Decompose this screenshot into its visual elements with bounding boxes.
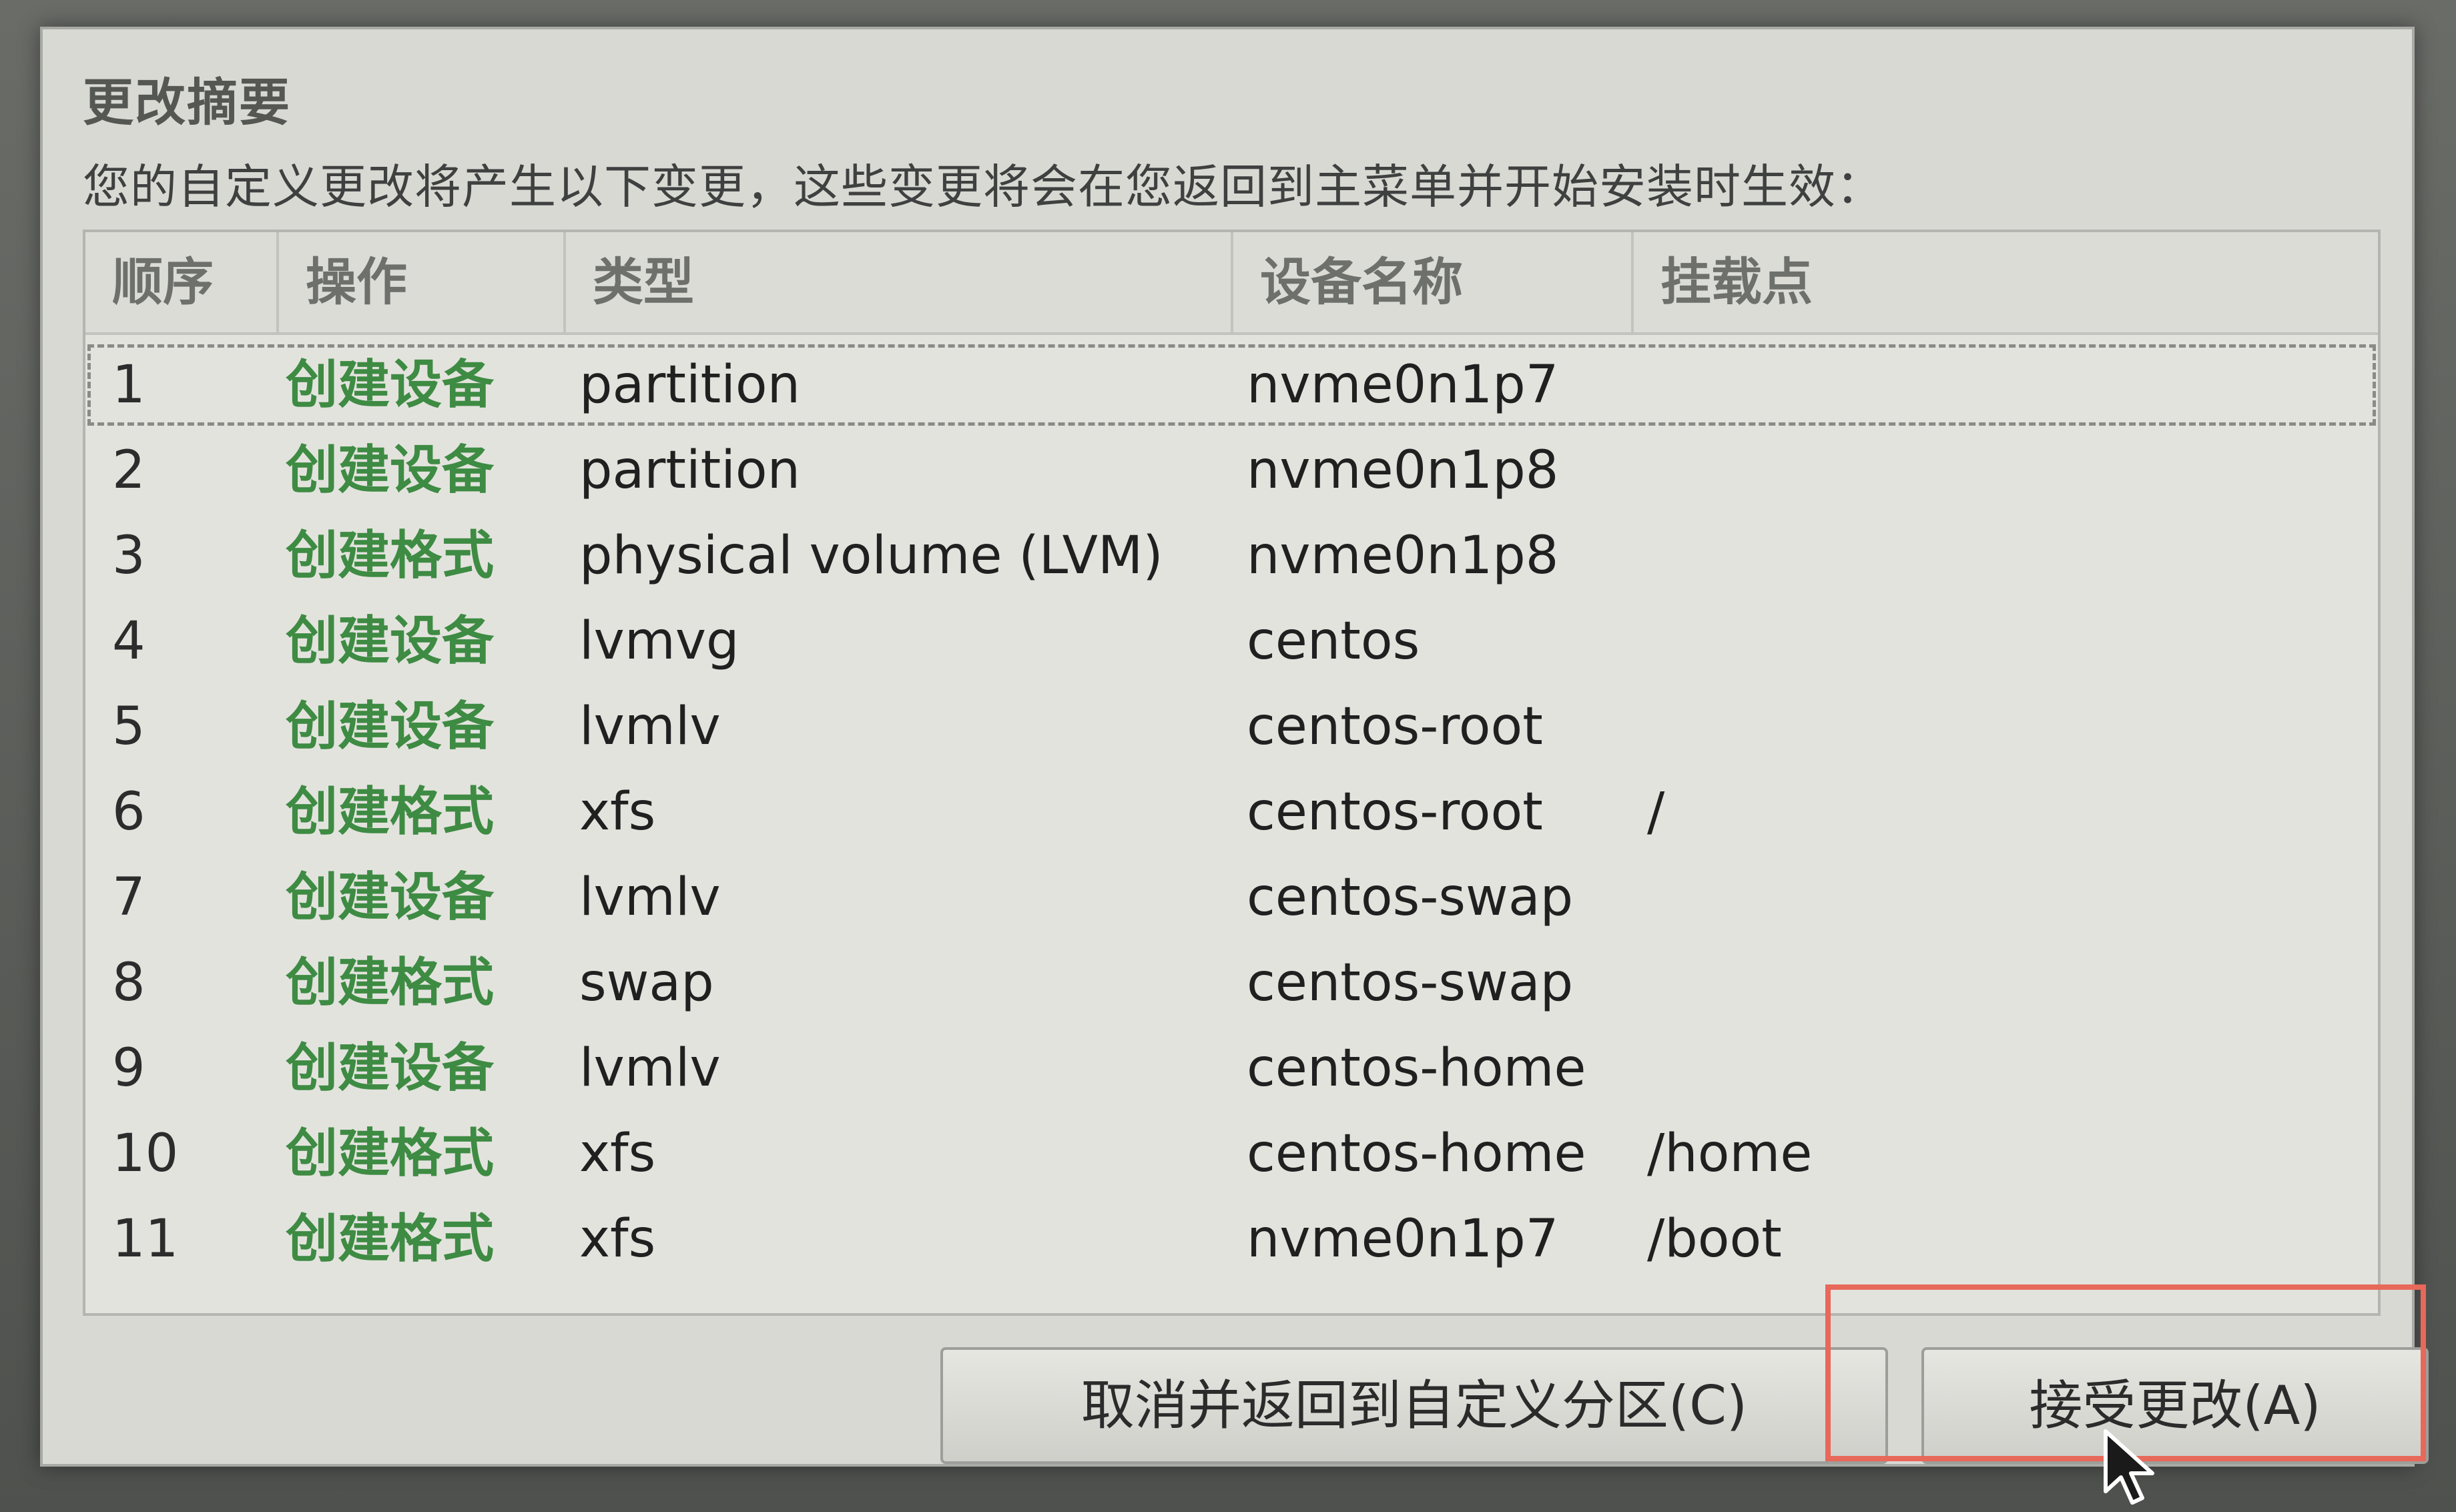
cell-order: 8 (112, 953, 145, 1013)
column-header-action[interactable]: 操作 (279, 232, 566, 332)
cell-type: partition (579, 355, 801, 415)
cell-action: 创建格式 (286, 953, 495, 1013)
cell-mount: /home (1647, 1124, 1813, 1184)
table-header: 顺序 操作 类型 设备名称 挂载点 (85, 232, 2378, 335)
cell-action: 创建格式 (286, 1209, 495, 1269)
table-row[interactable]: 2 创建设备 partition nvme0n1p8 (85, 428, 2378, 513)
cell-order: 11 (112, 1209, 179, 1269)
cell-order: 9 (112, 1038, 145, 1098)
cell-type: xfs (579, 1209, 656, 1269)
table-row[interactable]: 5 创建设备 lvmlv centos-root (85, 684, 2378, 769)
cell-order: 10 (112, 1124, 179, 1184)
cell-order: 5 (112, 697, 145, 757)
cell-mount: / (1647, 782, 1665, 842)
dialog-subtitle: 您的自定义更改将产生以下变更，这些变更将会在您返回到主菜单并开始安装时生效： (83, 159, 1883, 214)
table-row[interactable]: 4 创建设备 lvmvg centos (85, 599, 2378, 684)
cell-device: centos-root (1247, 782, 1543, 842)
cell-device: centos-swap (1247, 867, 1574, 927)
cell-action: 创建格式 (286, 526, 495, 586)
cell-action: 创建设备 (286, 611, 495, 671)
cell-order: 7 (112, 867, 145, 927)
cell-order: 3 (112, 526, 145, 586)
cell-device: nvme0n1p7 (1247, 1209, 1559, 1269)
cell-device: nvme0n1p8 (1247, 440, 1559, 500)
cell-action: 创建格式 (286, 1124, 495, 1184)
column-header-order[interactable]: 顺序 (85, 232, 279, 332)
cell-action: 创建格式 (286, 782, 495, 842)
cell-action: 创建设备 (286, 440, 495, 500)
cell-device: centos-home (1247, 1038, 1586, 1098)
cancel-and-return-button[interactable]: 取消并返回到自定义分区(C) (940, 1347, 1888, 1464)
cell-action: 创建设备 (286, 697, 495, 757)
cell-action: 创建设备 (286, 1038, 495, 1098)
column-header-mount[interactable]: 挂载点 (1634, 232, 2378, 332)
cell-order: 1 (112, 355, 145, 415)
cell-order: 2 (112, 440, 145, 500)
cell-type: lvmvg (579, 611, 739, 671)
cell-order: 6 (112, 782, 145, 842)
table-row[interactable]: 3 创建格式 physical volume (LVM) nvme0n1p8 (85, 513, 2378, 599)
cell-type: lvmlv (579, 697, 721, 757)
cell-action: 创建设备 (286, 355, 495, 415)
cell-type: lvmlv (579, 867, 721, 927)
table-row[interactable]: 8 创建格式 swap centos-swap (85, 940, 2378, 1026)
change-summary-dialog: 更改摘要 您的自定义更改将产生以下变更，这些变更将会在您返回到主菜单并开始安装时… (40, 27, 2429, 1467)
column-header-type[interactable]: 类型 (566, 232, 1233, 332)
cell-type: swap (579, 953, 714, 1013)
cell-type: partition (579, 440, 801, 500)
cell-type: physical volume (LVM) (579, 526, 1163, 586)
cell-type: lvmlv (579, 1038, 721, 1098)
table-row[interactable]: 6 创建格式 xfs centos-root / (85, 769, 2378, 855)
table-row[interactable]: 10 创建格式 xfs centos-home/home (85, 1111, 2378, 1196)
table-row[interactable]: 7 创建设备 lvmlv centos-swap (85, 855, 2378, 940)
dialog-title: 更改摘要 (83, 73, 291, 132)
cell-type: xfs (579, 1124, 656, 1184)
table-row[interactable]: 9 创建设备 lvmlv centos-home (85, 1026, 2378, 1111)
cell-device: centos-swap (1247, 953, 1574, 1013)
table-row[interactable]: 1 创建设备 partition nvme0n1p7 (85, 342, 2378, 428)
cell-device: nvme0n1p8 (1247, 526, 1559, 586)
cell-order: 4 (112, 611, 145, 671)
cell-action: 创建设备 (286, 867, 495, 927)
cell-type: xfs (579, 782, 656, 842)
table-row[interactable]: 11 创建格式 xfs nvme0n1p7/boot (85, 1196, 2378, 1282)
cell-mount: /boot (1647, 1209, 1782, 1269)
changes-table: 顺序 操作 类型 设备名称 挂载点 1 创建设备 partition nvme0n1p… (83, 230, 2381, 1316)
cell-device: centos-home (1247, 1124, 1586, 1184)
column-header-device[interactable]: 设备名称 (1233, 232, 1634, 332)
cell-device: centos-root (1247, 697, 1543, 757)
cell-device: nvme0n1p7 (1247, 355, 1559, 415)
cell-device: centos (1247, 611, 1420, 671)
